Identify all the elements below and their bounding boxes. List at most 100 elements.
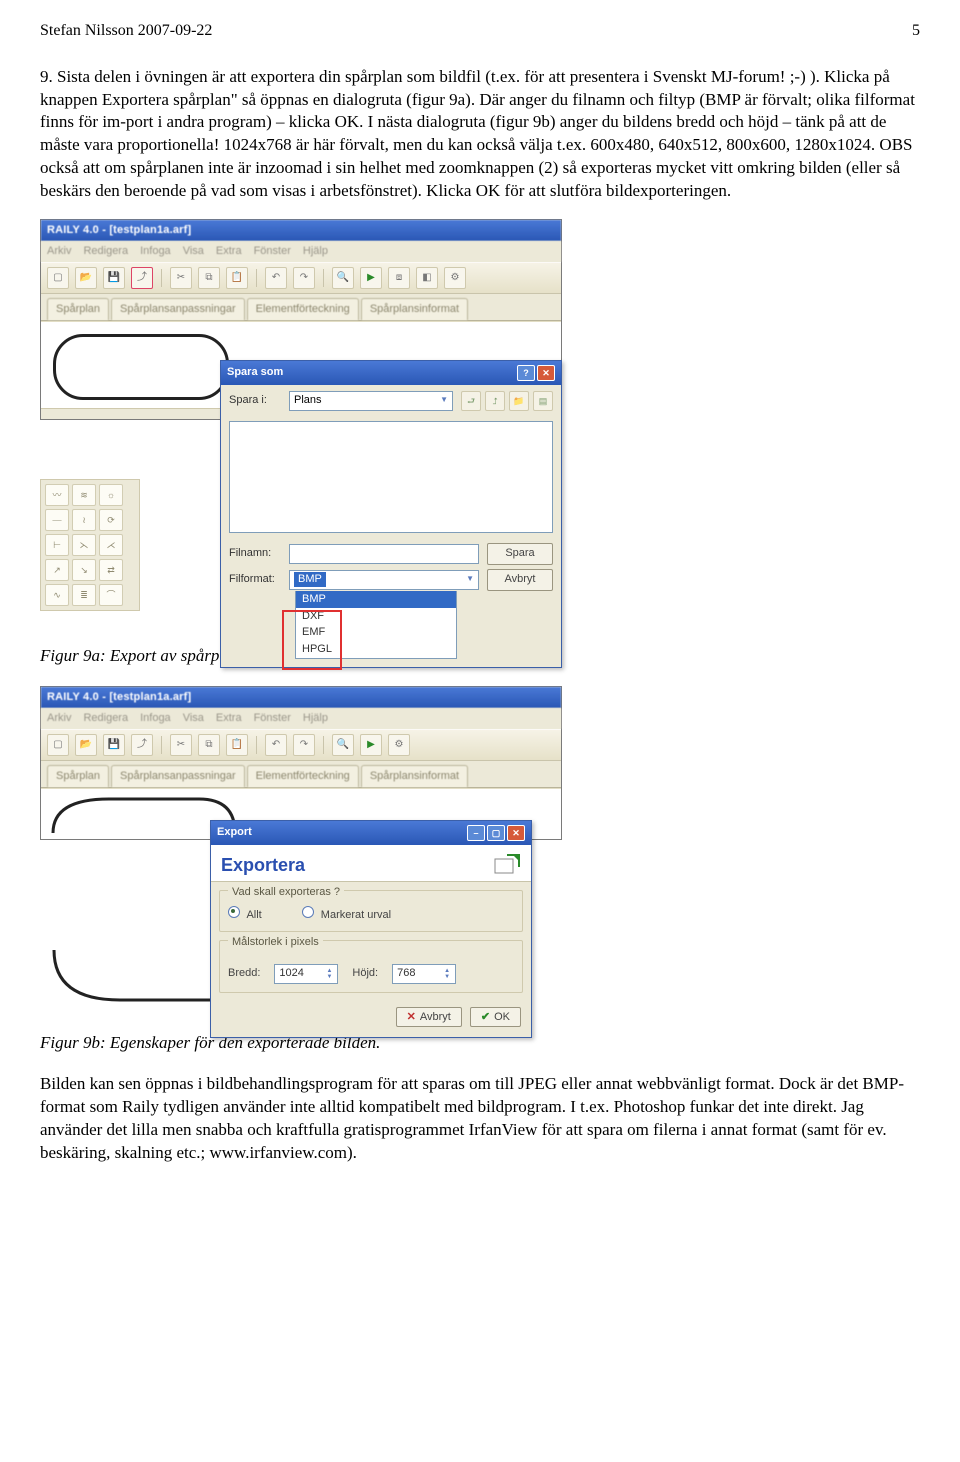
toolbar-new-icon[interactable]: ▢ (47, 267, 69, 289)
toolbar-redo-icon[interactable]: ↷ (293, 734, 315, 756)
toolbar-open-icon[interactable]: 📂 (75, 267, 97, 289)
help-icon[interactable]: ? (517, 365, 535, 381)
cancel-button[interactable]: Avbryt (487, 569, 553, 591)
toolbar-misc-icon[interactable]: ◧ (416, 267, 438, 289)
save-button[interactable]: Spara (487, 543, 553, 565)
menu-item[interactable]: Fönster (254, 244, 291, 259)
tab-item[interactable]: Spårplan (47, 765, 109, 787)
tab-item[interactable]: Elementförteckning (247, 765, 359, 787)
menu-item[interactable]: Arkiv (47, 244, 71, 259)
group-title: Vad skall exporteras ? (228, 885, 344, 900)
palette-item[interactable]: ⋌ (99, 534, 123, 556)
minimize-icon[interactable]: – (467, 825, 485, 841)
radio-all[interactable]: Allt (228, 906, 262, 923)
new-folder-icon[interactable]: 📁 (509, 391, 529, 411)
menu-item[interactable]: Visa (183, 244, 204, 259)
tab-item[interactable]: Spårplan (47, 298, 109, 320)
width-spinner[interactable]: 1024 ▲▼ (274, 964, 338, 984)
toolbar-save-icon[interactable]: 💾 (103, 267, 125, 289)
palette-item[interactable]: ⟳ (99, 509, 123, 531)
format-option[interactable]: BMP (296, 591, 456, 608)
tab-item[interactable]: Spårplansanpassningar (111, 765, 245, 787)
spin-arrows-icon[interactable]: ▲▼ (441, 968, 453, 980)
menu-item[interactable]: Redigera (83, 711, 128, 726)
filetype-combo[interactable]: BMP ▼ (289, 570, 479, 590)
toolbar-redo-icon[interactable]: ↷ (293, 267, 315, 289)
file-list-area[interactable] (229, 421, 553, 533)
toolbar-paste-icon[interactable]: 📋 (226, 267, 248, 289)
up-folder-icon[interactable]: ⮥ (485, 391, 505, 411)
toolbar-separator (256, 736, 257, 754)
palette-item[interactable]: ≀ (72, 509, 96, 531)
filename-input[interactable] (289, 544, 479, 564)
app-menubar: Arkiv Redigera Infoga Visa Extra Fönster… (41, 708, 561, 729)
toolbar-save-icon[interactable]: 💾 (103, 734, 125, 756)
width-value: 1024 (279, 966, 303, 981)
toolbar-copy-icon[interactable]: ⧉ (198, 734, 220, 756)
menu-item[interactable]: Hjälp (303, 711, 328, 726)
toolbar-undo-icon[interactable]: ↶ (265, 734, 287, 756)
palette-item[interactable]: ☼ (99, 484, 123, 506)
menu-item[interactable]: Visa (183, 711, 204, 726)
maximize-icon[interactable]: ▢ (487, 825, 505, 841)
format-option[interactable]: EMF (296, 624, 456, 641)
tab-item[interactable]: Spårplansinformat (361, 298, 468, 320)
menu-item[interactable]: Infoga (140, 244, 171, 259)
toolbar-zoom-icon[interactable]: 🔍 (332, 267, 354, 289)
palette-item[interactable]: ⇄ (99, 559, 123, 581)
menu-item[interactable]: Arkiv (47, 711, 71, 726)
spin-arrows-icon[interactable]: ▲▼ (323, 968, 335, 980)
palette-item[interactable]: 〰 (45, 484, 69, 506)
toolbar-settings-icon[interactable]: ⚙ (388, 734, 410, 756)
ok-button[interactable]: ✔ OK (470, 1007, 521, 1028)
palette-item[interactable]: ≣ (72, 584, 96, 606)
tab-item[interactable]: Elementförteckning (247, 298, 359, 320)
toolbar-new-icon[interactable]: ▢ (47, 734, 69, 756)
toolbar-play-icon[interactable]: ▶ (360, 267, 382, 289)
toolbar-cut-icon[interactable]: ✂ (170, 267, 192, 289)
radio-selection[interactable]: Markerat urval (302, 906, 391, 923)
close-icon[interactable]: ✕ (537, 365, 555, 381)
close-icon[interactable]: ✕ (507, 825, 525, 841)
toolbar-zoom-icon[interactable]: 🔍 (332, 734, 354, 756)
filetype-dropdown-list[interactable]: BMP DXF EMF HPGL (295, 591, 457, 659)
toolbar-settings-icon[interactable]: ⚙ (444, 267, 466, 289)
palette-item[interactable]: ↗ (45, 559, 69, 581)
palette-item[interactable]: ≋ (72, 484, 96, 506)
format-option[interactable]: DXF (296, 608, 456, 625)
menu-item[interactable]: Fönster (254, 711, 291, 726)
format-option[interactable]: HPGL (296, 641, 456, 658)
toolbar-export-icon[interactable]: ⤴ (131, 734, 153, 756)
header-page-number: 5 (912, 20, 920, 42)
toolbar-paste-icon[interactable]: 📋 (226, 734, 248, 756)
tab-strip: Spårplan Spårplansanpassningar Elementfö… (41, 761, 561, 788)
menu-item[interactable]: Redigera (83, 244, 128, 259)
tab-item[interactable]: Spårplansinformat (361, 765, 468, 787)
toolbar-open-icon[interactable]: 📂 (75, 734, 97, 756)
palette-item[interactable]: ∿ (45, 584, 69, 606)
palette-item[interactable]: — (45, 509, 69, 531)
toolbar-copy-icon[interactable]: ⧉ (198, 267, 220, 289)
height-spinner[interactable]: 768 ▲▼ (392, 964, 456, 984)
tab-item[interactable]: Spårplansanpassningar (111, 298, 245, 320)
view-menu-icon[interactable]: ▤ (533, 391, 553, 411)
menu-item[interactable]: Infoga (140, 711, 171, 726)
toolbar-play-icon[interactable]: ▶ (360, 734, 382, 756)
toolbar-export-icon[interactable]: ⤴ (131, 267, 153, 289)
back-icon[interactable]: ⮐ (461, 391, 481, 411)
menu-item[interactable]: Extra (216, 244, 242, 259)
toolbar-misc-icon[interactable]: ⧈ (388, 267, 410, 289)
save-in-combo[interactable]: Plans ▼ (289, 391, 453, 411)
palette-item[interactable]: ⌒ (99, 584, 123, 606)
menu-item[interactable]: Extra (216, 711, 242, 726)
menu-item[interactable]: Hjälp (303, 244, 328, 259)
app-toolbar: ▢ 📂 💾 ⤴ ✂ ⧉ 📋 ↶ ↷ 🔍 ▶ ⧈ ◧ ⚙ (41, 262, 561, 294)
toolbar-cut-icon[interactable]: ✂ (170, 734, 192, 756)
app-titlebar: RAILY 4.0 - [testplan1a.arf] (41, 220, 561, 241)
palette-item[interactable]: ↘ (72, 559, 96, 581)
palette-item[interactable]: ⊢ (45, 534, 69, 556)
cancel-button[interactable]: ✕ Avbryt (396, 1007, 462, 1028)
toolbar-separator (323, 269, 324, 287)
toolbar-undo-icon[interactable]: ↶ (265, 267, 287, 289)
palette-item[interactable]: ⋋ (72, 534, 96, 556)
